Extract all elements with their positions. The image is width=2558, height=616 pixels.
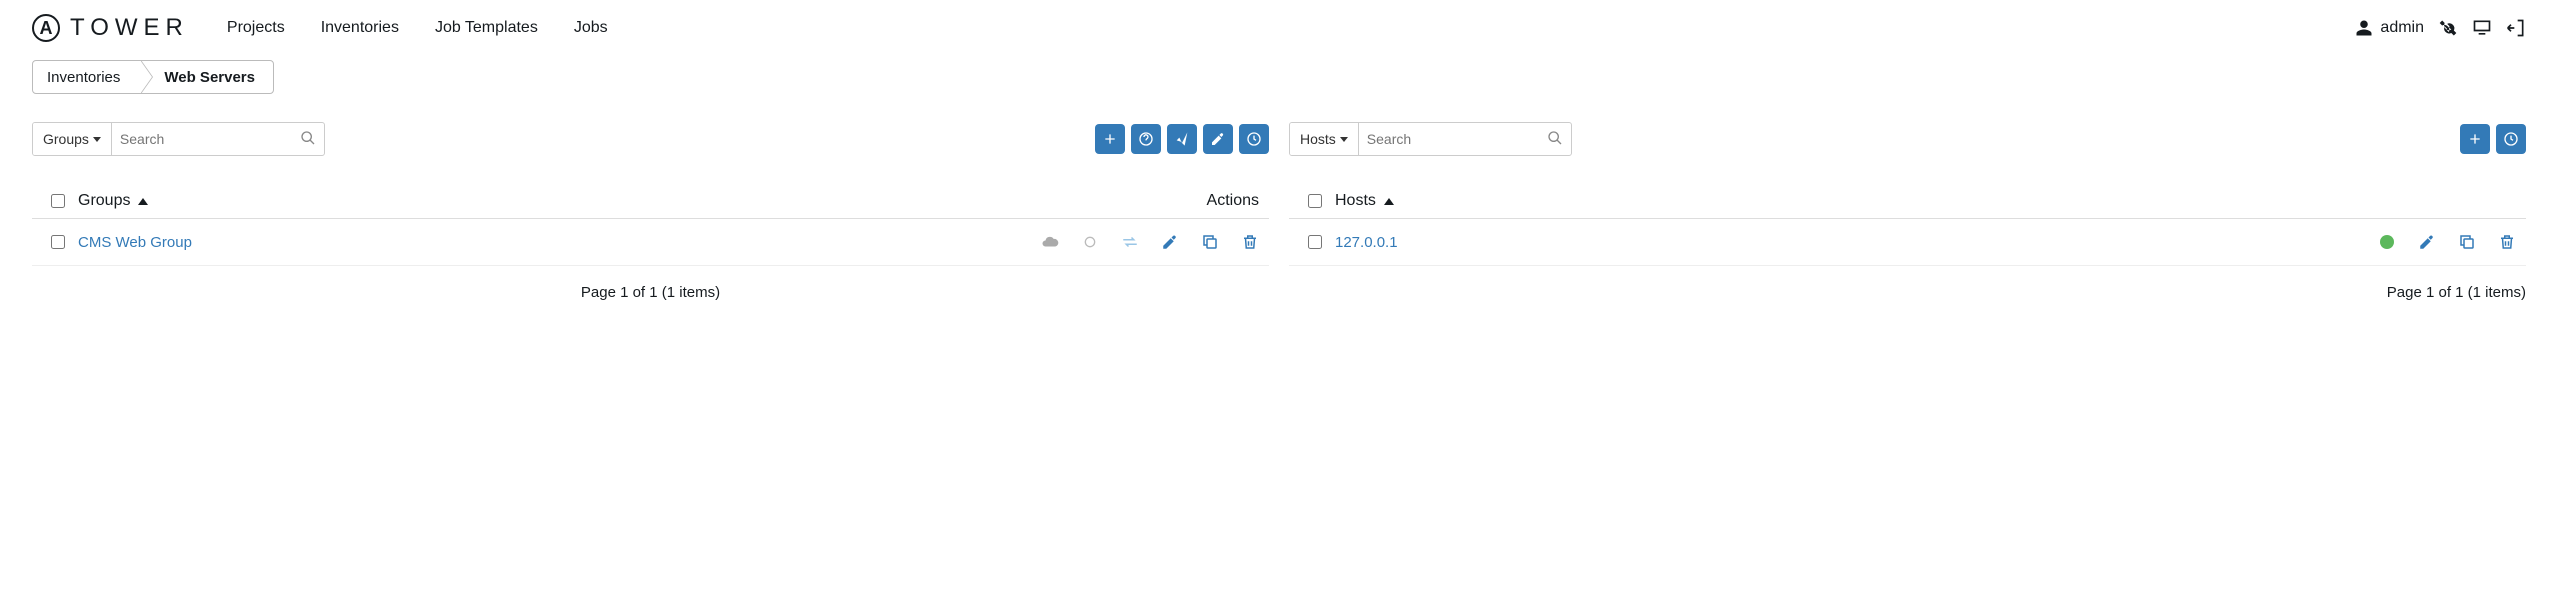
groups-search-wrap <box>112 123 324 155</box>
hosts-filter-button[interactable]: Hosts <box>1290 123 1359 155</box>
groups-filter-label: Groups <box>43 131 89 147</box>
hosts-col-name-label: Hosts <box>1335 192 1376 210</box>
groups-schedule-button[interactable] <box>1239 124 1269 154</box>
groups-select-all[interactable] <box>51 194 65 208</box>
setup-icon[interactable] <box>2438 18 2458 38</box>
group-row-actions <box>1041 233 1263 251</box>
search-icon[interactable] <box>300 130 316 149</box>
hosts-add-button[interactable] <box>2460 124 2490 154</box>
copy-icon[interactable] <box>2458 233 2476 251</box>
host-row-checkbox[interactable] <box>1308 235 1322 249</box>
nav-inventories[interactable]: Inventories <box>321 19 399 37</box>
hosts-schedule-button[interactable] <box>2496 124 2526 154</box>
status-dot-icon[interactable] <box>2378 233 2396 251</box>
host-row-actions <box>2378 233 2520 251</box>
username-label: admin <box>2380 19 2424 37</box>
breadcrumb-parent[interactable]: Inventories <box>33 61 140 93</box>
app-header: A TOWER Projects Inventories Job Templat… <box>0 0 2558 56</box>
hosts-panel: Hosts Hosts 127 <box>1289 122 2526 319</box>
groups-search-combo: Groups <box>32 122 325 156</box>
groups-search-input[interactable] <box>120 123 300 155</box>
cloud-icon[interactable] <box>1041 233 1059 251</box>
user-icon <box>2354 18 2374 38</box>
delete-icon[interactable] <box>1241 233 1259 251</box>
sort-asc-icon <box>1384 198 1394 205</box>
table-row: CMS Web Group <box>32 219 1269 266</box>
hosts-pager: Page 1 of 1 (1 items) <box>1289 266 2526 319</box>
groups-add-button[interactable] <box>1095 124 1125 154</box>
groups-filter-button[interactable]: Groups <box>33 123 112 155</box>
hosts-table-head: Hosts <box>1289 184 2526 219</box>
panels: Groups Groups <box>0 94 2558 319</box>
groups-toolbar: Groups <box>32 122 1269 156</box>
logo-text: TOWER <box>70 14 189 42</box>
header-right: admin <box>2354 18 2526 38</box>
groups-panel: Groups Groups <box>32 122 1269 319</box>
nav-projects[interactable]: Projects <box>227 19 285 37</box>
sort-asc-icon <box>138 198 148 205</box>
host-name-link[interactable]: 127.0.0.1 <box>1335 234 1398 251</box>
groups-run-button[interactable] <box>1167 124 1197 154</box>
hosts-col-name[interactable]: Hosts <box>1335 192 1394 210</box>
groups-table-head: Groups Actions <box>32 184 1269 219</box>
caret-down-icon <box>1340 137 1348 142</box>
delete-icon[interactable] <box>2498 233 2516 251</box>
hosts-search-combo: Hosts <box>1289 122 1572 156</box>
logout-icon[interactable] <box>2506 18 2526 38</box>
table-row: 127.0.0.1 <box>1289 219 2526 266</box>
groups-help-button[interactable] <box>1131 124 1161 154</box>
copy-icon[interactable] <box>1201 233 1219 251</box>
hosts-select-all[interactable] <box>1308 194 1322 208</box>
breadcrumb: Inventories Web Servers <box>32 60 274 94</box>
main-nav: Projects Inventories Job Templates Jobs <box>227 19 608 37</box>
edit-icon[interactable] <box>1161 233 1179 251</box>
sync-status-icon[interactable] <box>1081 233 1099 251</box>
nav-jobs[interactable]: Jobs <box>574 19 608 37</box>
groups-pager: Page 1 of 1 (1 items) <box>32 266 1269 319</box>
search-icon[interactable] <box>1547 130 1563 149</box>
groups-col-actions: Actions <box>1207 192 1263 210</box>
logo-icon: A <box>32 14 60 42</box>
edit-icon[interactable] <box>2418 233 2436 251</box>
hosts-toolbar: Hosts <box>1289 122 2526 156</box>
user-menu[interactable]: admin <box>2354 18 2424 38</box>
group-row-checkbox[interactable] <box>51 235 65 249</box>
breadcrumb-wrap: Inventories Web Servers <box>0 60 2558 94</box>
caret-down-icon <box>93 137 101 142</box>
group-name-link[interactable]: CMS Web Group <box>78 234 192 251</box>
hosts-search-input[interactable] <box>1367 123 1547 155</box>
logo[interactable]: A TOWER <box>32 14 189 42</box>
groups-col-name-label: Groups <box>78 192 130 210</box>
groups-edit-button[interactable] <box>1203 124 1233 154</box>
portal-icon[interactable] <box>2472 18 2492 38</box>
nav-job-templates[interactable]: Job Templates <box>435 19 538 37</box>
breadcrumb-current: Web Servers <box>140 61 273 93</box>
groups-col-name[interactable]: Groups <box>78 192 148 210</box>
hosts-search-wrap <box>1359 123 1571 155</box>
hosts-filter-label: Hosts <box>1300 131 1336 147</box>
sync-icon[interactable] <box>1121 233 1139 251</box>
